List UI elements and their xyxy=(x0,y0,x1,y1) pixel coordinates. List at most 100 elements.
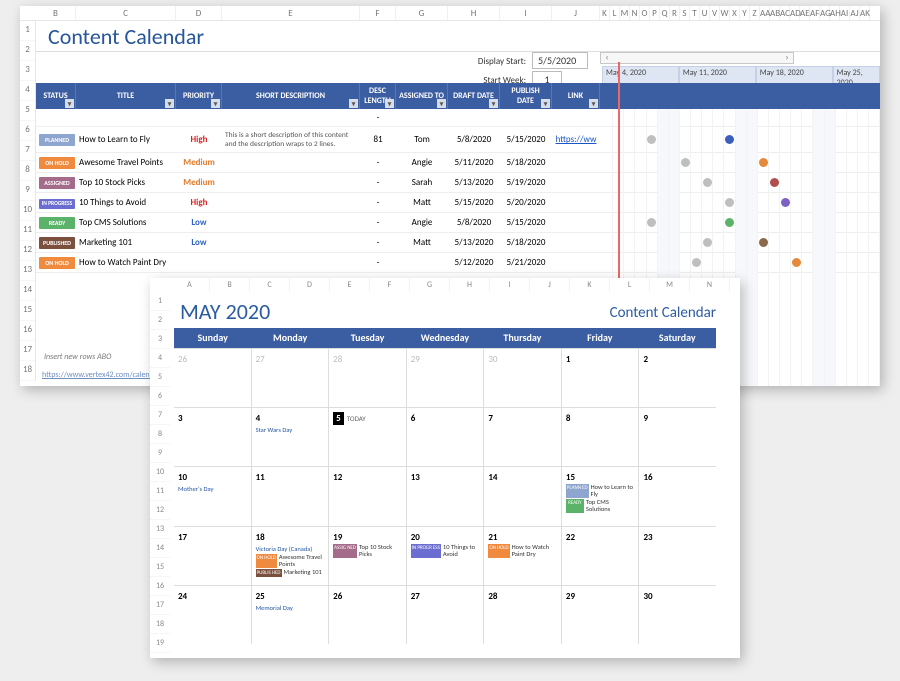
header-status[interactable]: STATUS▾ xyxy=(36,83,76,109)
row-13[interactable]: 13 xyxy=(20,261,35,281)
col-Q[interactable]: Q xyxy=(660,6,670,20)
col-S[interactable]: S xyxy=(680,6,690,20)
calendar-day-27[interactable]: 27 xyxy=(407,586,485,644)
publish-cell[interactable]: 5/18/2020 xyxy=(500,157,552,168)
row-17[interactable]: 17 xyxy=(150,596,170,615)
link-cell[interactable]: https://ww xyxy=(552,134,600,145)
row-6[interactable]: 6 xyxy=(20,121,35,141)
assigned-cell[interactable]: Matt xyxy=(396,197,448,208)
row-1[interactable]: 1 xyxy=(20,21,35,41)
draft-cell[interactable]: 5/11/2020 xyxy=(448,157,500,168)
calendar-day-5[interactable]: 5TODAY xyxy=(329,408,407,466)
title-cell[interactable]: Top CMS Solutions xyxy=(76,217,176,228)
assigned-cell[interactable]: Tom xyxy=(396,134,448,145)
calendar-day-20[interactable]: 20IN PROGR ESS10 Things to Avoid xyxy=(407,527,485,585)
title-cell[interactable]: Awesome Travel Points xyxy=(76,157,176,168)
draft-cell[interactable]: 5/8/2020 xyxy=(448,134,500,145)
desc-cell[interactable]: This is a short description of this cont… xyxy=(222,131,360,149)
length-cell[interactable]: - xyxy=(360,197,396,208)
calendar-entry[interactable]: ASSIG NEDTop 10 Stock Picks xyxy=(333,544,402,558)
col-Y[interactable]: Y xyxy=(740,6,750,20)
calendar-day-29[interactable]: 29 xyxy=(407,349,485,407)
draft-cell[interactable]: 5/13/2020 xyxy=(448,237,500,248)
calendar-day-26[interactable]: 26 xyxy=(174,349,252,407)
col-V[interactable]: V xyxy=(710,6,720,20)
draft-cell[interactable]: 5/15/2020 xyxy=(448,197,500,208)
col-D[interactable]: D xyxy=(176,6,222,20)
col-AK[interactable]: AK xyxy=(860,6,870,20)
calendar-day-27[interactable]: 27 xyxy=(252,349,330,407)
calendar-day-24[interactable]: 24 xyxy=(174,586,252,644)
calendar-day-18[interactable]: 18Victoria Day (Canada)ON HOLDAwesome Tr… xyxy=(252,527,330,585)
filter-dropdown-icon[interactable]: ▾ xyxy=(489,99,498,108)
row-7[interactable]: 7 xyxy=(150,406,170,425)
status-badge[interactable]: ASSIGNED xyxy=(36,177,76,189)
calendar-entry[interactable]: PUBLIS HEDMarketing 101 xyxy=(256,569,325,577)
calendar-day-30[interactable]: 30 xyxy=(639,586,716,644)
header-desc-length[interactable]: DESC LENGTH▾ xyxy=(360,83,396,109)
row-2[interactable]: 2 xyxy=(150,311,170,330)
col-AH[interactable]: AH xyxy=(830,6,840,20)
content-link[interactable]: https://ww xyxy=(556,134,597,145)
col-J[interactable]: J xyxy=(530,278,570,292)
calendar-day-2[interactable]: 2 xyxy=(639,349,716,407)
col-R[interactable]: R xyxy=(670,6,680,20)
row-4[interactable]: 4 xyxy=(150,349,170,368)
col-AC[interactable]: AC xyxy=(780,6,790,20)
draft-cell[interactable]: 5/8/2020 xyxy=(448,217,500,228)
col-L[interactable]: L xyxy=(610,278,650,292)
col-C[interactable]: C xyxy=(76,6,176,20)
col-J[interactable]: J xyxy=(552,6,600,20)
calendar-day-8[interactable]: 8 xyxy=(562,408,640,466)
col-B[interactable]: B xyxy=(36,6,76,20)
length-cell[interactable]: - xyxy=(360,217,396,228)
status-badge[interactable]: IN PROGRESS xyxy=(36,197,76,209)
col-AA[interactable]: AA xyxy=(760,6,770,20)
row-17[interactable]: 17 xyxy=(20,341,35,361)
calendar-day-17[interactable]: 17 xyxy=(174,527,252,585)
col-B[interactable]: B xyxy=(210,278,250,292)
col-L[interactable]: L xyxy=(610,6,620,20)
calendar-day-30[interactable]: 30 xyxy=(484,349,562,407)
title-cell[interactable]: Top 10 Stock Picks xyxy=(76,177,176,188)
calendar-day-28[interactable]: 28 xyxy=(329,349,407,407)
length-cell[interactable]: - xyxy=(360,177,396,188)
footer-link[interactable]: https://www.vertex42.com/calenda xyxy=(42,370,158,380)
col-AE[interactable]: AE xyxy=(800,6,810,20)
publish-cell[interactable]: 5/21/2020 xyxy=(500,257,552,268)
row-1[interactable]: 1 xyxy=(150,292,170,311)
row-19[interactable]: 19 xyxy=(150,634,170,653)
header-publish-date[interactable]: PUBLISH DATE▾ xyxy=(500,83,552,109)
row-3[interactable]: 3 xyxy=(150,330,170,349)
row-8[interactable]: 8 xyxy=(150,425,170,444)
filter-dropdown-icon[interactable]: ▾ xyxy=(165,99,174,108)
scroll-track[interactable] xyxy=(613,53,781,63)
priority-cell[interactable]: Low xyxy=(176,237,222,248)
col-Z[interactable]: Z xyxy=(750,6,760,20)
title-cell[interactable]: How to Learn to Fly xyxy=(76,134,176,145)
row-15[interactable]: 15 xyxy=(150,558,170,577)
row-18[interactable]: 18 xyxy=(150,615,170,634)
row-16[interactable]: 16 xyxy=(150,577,170,596)
priority-cell[interactable]: Medium xyxy=(176,177,222,188)
filter-dropdown-icon[interactable]: ▾ xyxy=(589,99,598,108)
row-5[interactable]: 5 xyxy=(150,368,170,387)
assigned-cell[interactable]: Angie xyxy=(396,217,448,228)
col-O[interactable]: O xyxy=(640,6,650,20)
col-I[interactable]: I xyxy=(490,278,530,292)
title-cell[interactable]: Marketing 101 xyxy=(76,237,176,248)
calendar-day-21[interactable]: 21ON HOLDHow to Watch Paint Dry xyxy=(484,527,562,585)
col-E[interactable]: E xyxy=(222,6,360,20)
row-15[interactable]: 15 xyxy=(20,301,35,321)
col-H[interactable]: H xyxy=(448,6,500,20)
col-F[interactable]: F xyxy=(360,6,396,20)
filter-dropdown-icon[interactable]: ▾ xyxy=(65,99,74,108)
col-A[interactable]: A xyxy=(170,278,210,292)
row-4[interactable]: 4 xyxy=(20,81,35,101)
row-11[interactable]: 11 xyxy=(20,221,35,241)
col-E[interactable]: E xyxy=(330,278,370,292)
calendar-entry[interactable]: ON HOLDAwesome Travel Points xyxy=(256,554,325,568)
calendar-day-22[interactable]: 22 xyxy=(562,527,640,585)
row-12[interactable]: 12 xyxy=(150,501,170,520)
row-5[interactable]: 5 xyxy=(20,101,35,121)
